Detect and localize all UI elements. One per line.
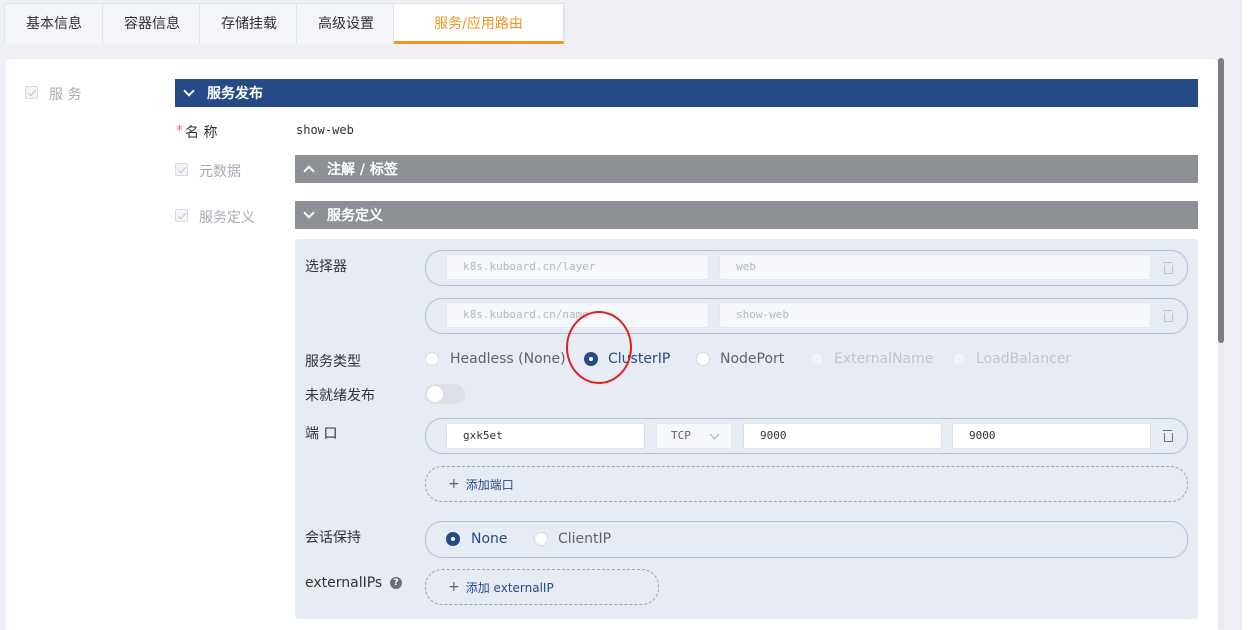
add-port-label: 添加端口 [465,477,514,492]
port-label: 端 口 [305,426,338,442]
radio-session-none[interactable] [446,532,460,546]
name-label: 名 称 [185,125,218,141]
service-checkbox-label: 服 务 [49,87,82,103]
name-value: show-web [296,123,354,137]
delete-icon[interactable] [1162,430,1173,442]
chevron-down-icon [709,429,720,440]
port-input[interactable]: 9000 [743,423,942,449]
annotation-label-title: 注解 / 标签 [327,162,398,178]
selector-label: 选择器 [305,259,347,275]
radio-nodeport-label[interactable]: NodePort [720,351,784,367]
selector-key-input[interactable]: k8s.kuboard.cn/layer [446,254,709,280]
selector-value-input[interactable]: show-web [719,302,1151,328]
service-checkbox[interactable] [25,86,38,99]
delete-icon[interactable] [1162,262,1173,274]
required-mark: * [176,123,183,139]
tab-service-route[interactable]: 服务/应用路由 [394,4,564,44]
service-publish-title: 服务发布 [207,86,263,102]
unready-publish-toggle[interactable] [425,384,465,404]
unready-publish-label: 未就绪发布 [305,388,375,404]
definition-checkbox[interactable] [175,209,188,222]
definition-label: 服务定义 [199,210,255,226]
target-port-input[interactable]: 9000 [952,423,1151,449]
protocol-select[interactable]: TCP [656,423,732,449]
protocol-value: TCP [671,429,691,442]
scrollbar-thumb[interactable] [1218,58,1224,343]
delete-icon[interactable] [1162,310,1173,322]
radio-session-clientip-label[interactable]: ClientIP [558,531,611,547]
window-edge [1241,0,1255,630]
help-icon[interactable]: ? [390,577,402,589]
metadata-checkbox[interactable] [175,163,188,176]
add-external-ip-button[interactable]: + 添加 externalIP [425,569,659,605]
add-port-button[interactable]: + 添加端口 [425,466,1188,502]
tab-advanced-settings[interactable]: 高级设置 [297,4,394,44]
service-type-label: 服务类型 [305,354,361,370]
add-external-ip-label: 添加 externalIP [465,580,554,595]
port-name-input[interactable]: gxk5et [446,423,645,449]
session-affinity-label: 会话保持 [305,530,361,546]
radio-session-none-label[interactable]: None [471,531,508,547]
tab-container-info[interactable]: 容器信息 [103,4,200,44]
chevron-down-icon [303,207,315,219]
radio-nodeport[interactable] [696,352,710,366]
radio-loadbalancer-label: LoadBalancer [976,351,1072,367]
tab-bar: 基本信息 容器信息 存储挂载 高级设置 服务/应用路由 [4,3,565,44]
tab-storage-mount[interactable]: 存储挂载 [200,4,297,44]
plus-icon: + [448,579,460,595]
radio-headless-label[interactable]: Headless (None) [450,351,566,367]
chevron-down-icon [183,85,195,97]
service-definition-title: 服务定义 [327,208,383,224]
external-ips-label: externalIPs [305,575,383,591]
service-definition-header[interactable]: 服务定义 [295,201,1198,229]
radio-loadbalancer [952,352,966,366]
chevron-up-icon [303,165,315,177]
plus-icon: + [448,476,460,492]
annotation-circle [566,311,632,384]
service-publish-header[interactable]: 服务发布 [175,79,1198,107]
annotation-label-header[interactable]: 注解 / 标签 [295,155,1198,183]
scrollbar[interactable] [1218,58,1224,630]
radio-externalname-label: ExternalName [834,351,934,367]
tab-basic-info[interactable]: 基本信息 [5,4,103,44]
selector-value-input[interactable]: web [719,254,1151,280]
metadata-label: 元数据 [199,164,241,180]
radio-headless[interactable] [425,352,439,366]
radio-session-clientip[interactable] [534,532,548,546]
radio-externalname [810,352,824,366]
